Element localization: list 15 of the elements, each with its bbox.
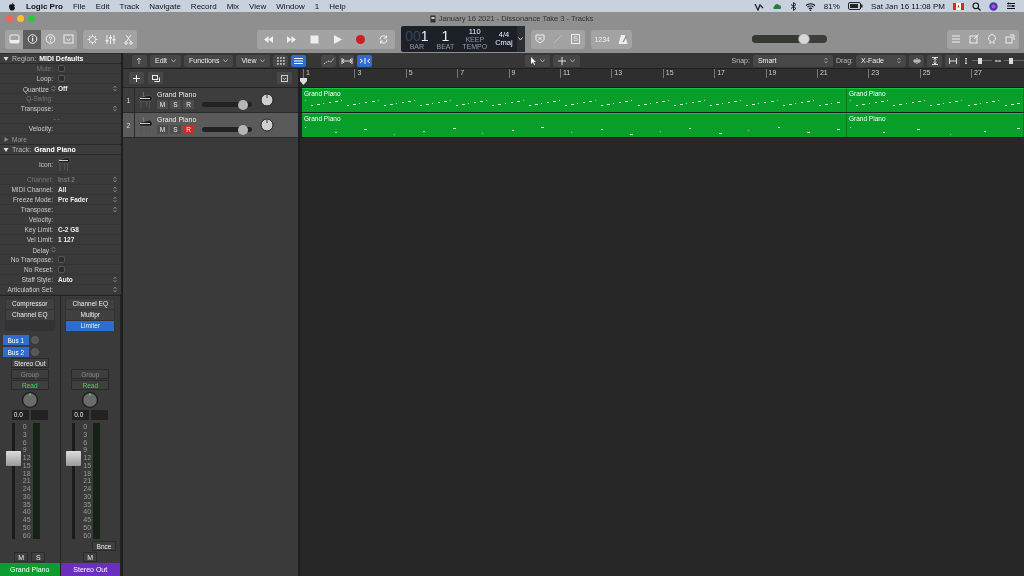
beat-number: 1 [441,28,450,43]
menu-item[interactable]: 1 [314,1,320,11]
menu-clock[interactable]: Sat Jan 16 11:08 PM [870,1,945,11]
menu-item[interactable]: Mix [226,1,240,11]
menu-item[interactable]: View [249,1,267,11]
app-menu[interactable]: Logic Pro [26,1,63,11]
menu-item[interactable]: Track [119,1,140,11]
menu-item[interactable]: File [72,1,86,11]
menu-item[interactable]: Window [276,1,305,11]
menu-item[interactable]: Edit [95,1,110,11]
menu-item[interactable]: Navigate [149,1,181,11]
bar-number: 1 [420,28,429,43]
menu-item[interactable]: Record [190,1,217,11]
menu-item[interactable]: Help [329,1,346,11]
battery-percentage: 81% [823,1,840,11]
